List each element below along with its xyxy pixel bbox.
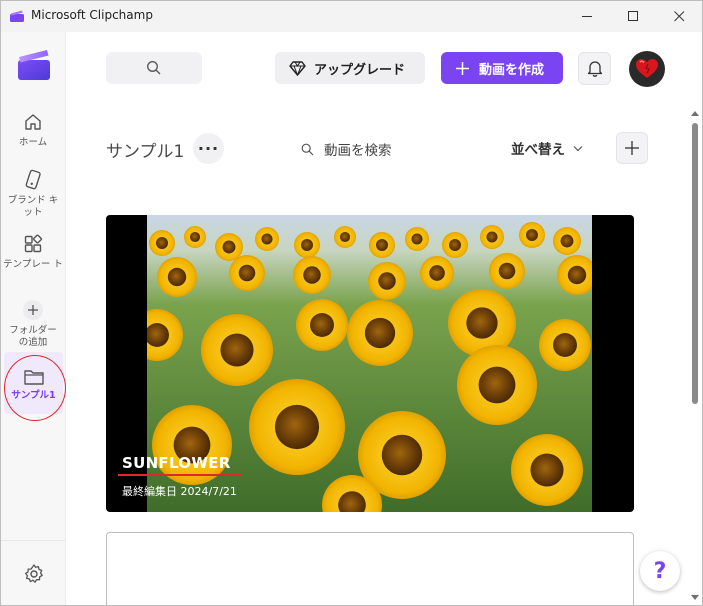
home-icon	[21, 110, 45, 134]
sort-button[interactable]: 並べ替え	[511, 138, 583, 158]
plus-icon	[625, 141, 639, 155]
video-edited-date: 最終編集日 2024/7/21	[122, 485, 237, 498]
scroll-up-arrow-icon[interactable]	[690, 109, 700, 117]
add-button[interactable]	[616, 132, 648, 164]
clipchamp-logo-icon[interactable]	[17, 47, 51, 81]
sidebar-item-templates[interactable]: テンプレー ト	[1, 232, 65, 271]
more-label: ···	[197, 139, 220, 158]
annotation-underline	[118, 474, 242, 476]
sidebar-item-label: フォルダー の追加	[9, 325, 57, 348]
sidebar-item-add-folder[interactable]: フォルダー の追加	[1, 298, 65, 349]
maximize-icon	[627, 11, 638, 21]
sidebar-item-brand-kit[interactable]: ブランド キット	[1, 168, 65, 219]
title-bar: Microsoft Clipchamp	[1, 1, 702, 32]
create-video-label: 動画を作成	[479, 62, 545, 78]
chevron-down-icon	[573, 145, 583, 151]
search-icon	[147, 61, 161, 75]
clipchamp-app-icon	[10, 10, 24, 22]
page-title: サンプル1	[106, 142, 185, 162]
annotation-circle	[4, 355, 66, 421]
sort-label: 並べ替え	[511, 142, 565, 158]
scrollbar-thumb[interactable]	[692, 123, 698, 404]
bell-icon	[587, 61, 602, 77]
video-search-placeholder: 動画を検索	[324, 143, 392, 159]
help-label: ?	[653, 558, 667, 584]
close-icon	[673, 11, 684, 22]
diamond-icon	[289, 60, 306, 76]
sidebar-item-home[interactable]: ホーム	[1, 110, 65, 149]
heart-icon	[636, 59, 658, 78]
search-button[interactable]	[106, 52, 202, 84]
upgrade-button[interactable]: アップグレード	[275, 52, 425, 84]
help-button[interactable]: ?	[640, 551, 680, 591]
scroll-down-arrow-icon[interactable]	[690, 594, 700, 602]
brand-kit-icon	[21, 168, 45, 192]
sidebar: ホーム ブランド キット テンプレー ト フォルダー の追加 サンプル1	[1, 32, 66, 605]
video-title: SUNFLOWER	[122, 454, 231, 472]
close-button[interactable]	[656, 1, 702, 32]
avatar[interactable]	[629, 51, 665, 87]
video-search-input[interactable]: 動画を検索	[301, 139, 392, 159]
sidebar-item-label: ホーム	[18, 137, 48, 148]
sidebar-item-label: テンプレー ト	[3, 259, 63, 270]
minimize-button[interactable]	[564, 1, 610, 32]
gear-icon[interactable]	[22, 562, 46, 586]
sidebar-item-label: ブランド キット	[7, 195, 59, 218]
plus-icon	[456, 61, 469, 75]
video-card[interactable]	[106, 532, 634, 605]
app-window: Microsoft Clipchamp ホーム ブランド キット テンプレー ト…	[0, 0, 703, 606]
search-icon	[301, 143, 314, 155]
upgrade-label: アップグレード	[314, 62, 406, 78]
video-card[interactable]: SUNFLOWER 最終編集日 2024/7/21	[106, 215, 634, 512]
notifications-button[interactable]	[578, 52, 611, 85]
minimize-icon	[581, 16, 592, 17]
sidebar-divider	[1, 540, 65, 541]
maximize-button[interactable]	[610, 1, 656, 32]
template-icon	[21, 232, 45, 256]
more-options-button[interactable]: ···	[193, 133, 224, 164]
window-title: Microsoft Clipchamp	[31, 8, 153, 22]
create-video-button[interactable]: 動画を作成	[441, 52, 563, 84]
plus-icon	[21, 298, 45, 322]
